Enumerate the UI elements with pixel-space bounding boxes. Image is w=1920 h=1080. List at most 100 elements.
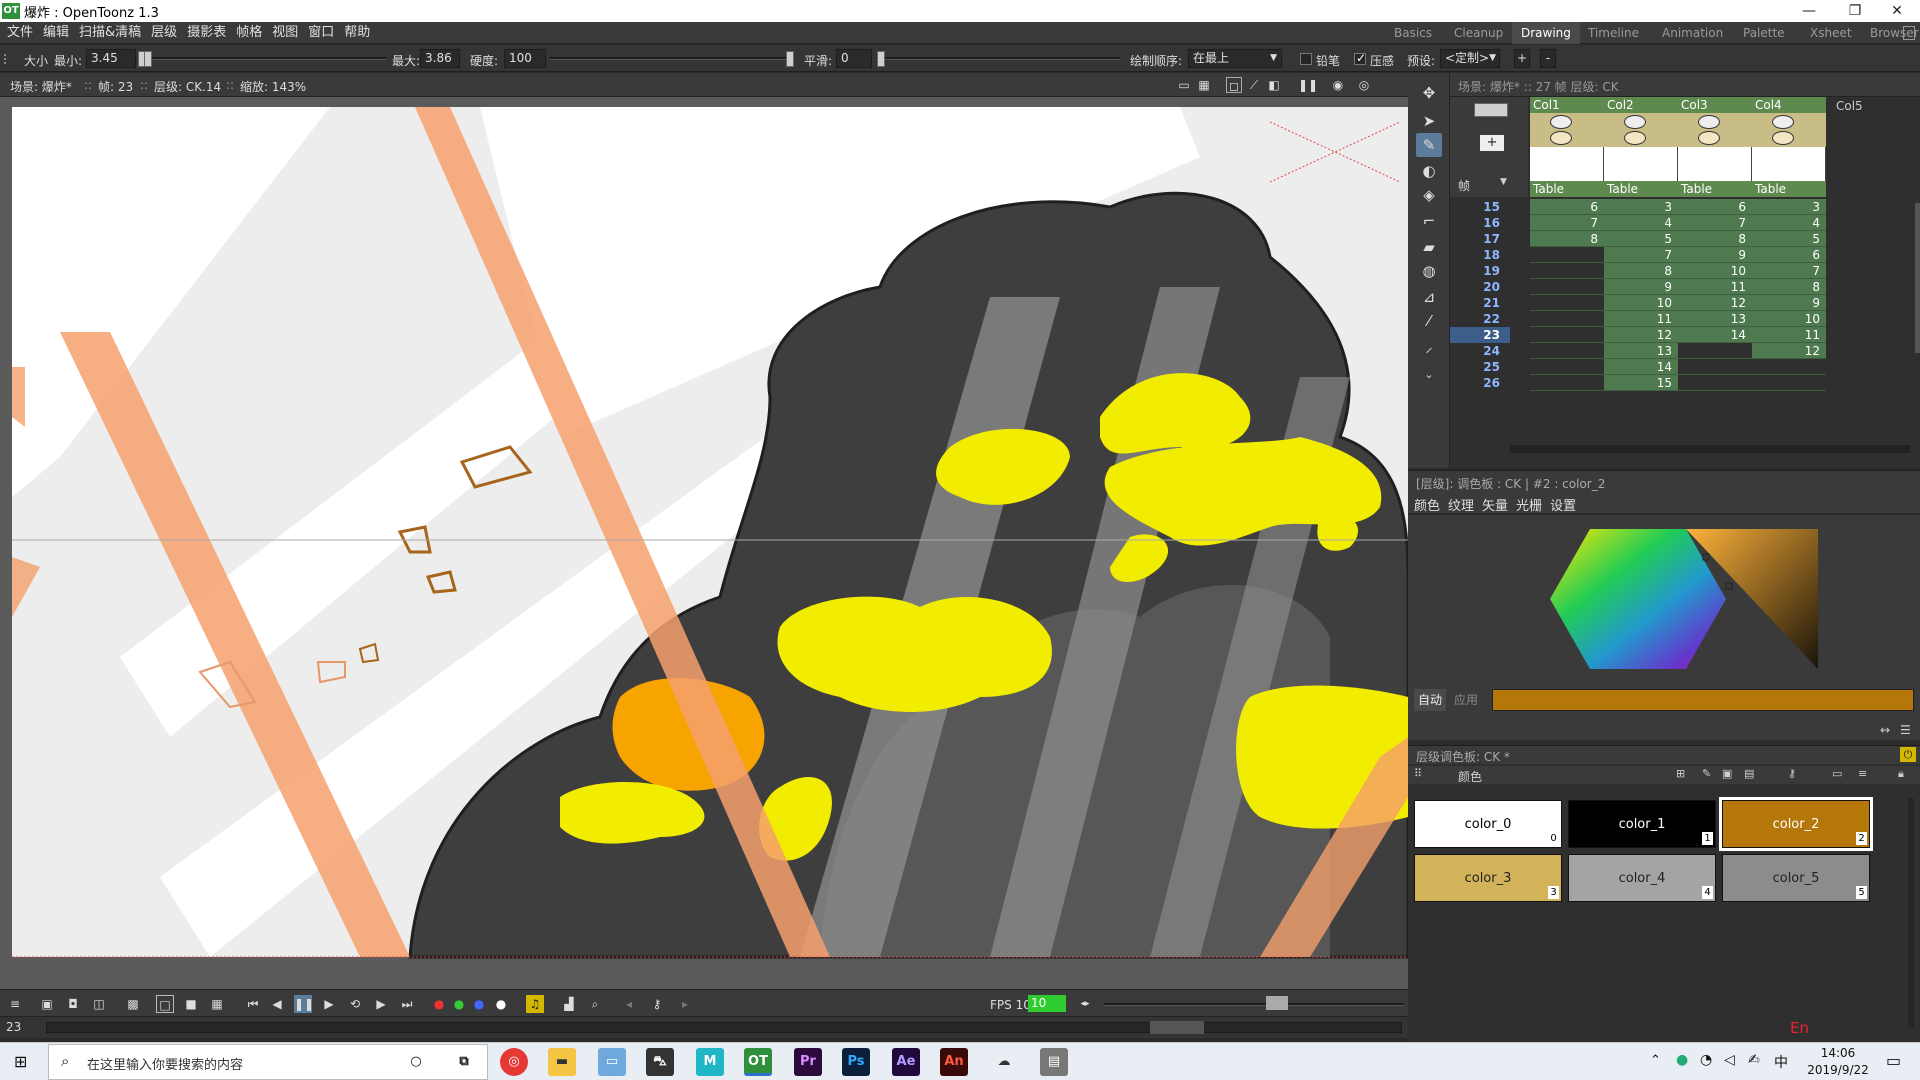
layout-toggle-icon[interactable] xyxy=(1474,103,1508,117)
xsheet-cell[interactable]: 7 xyxy=(1752,263,1826,279)
xsheet-cell[interactable]: 8 xyxy=(1678,231,1752,247)
xsheet-cell[interactable]: 12 xyxy=(1604,327,1678,343)
style-chip[interactable]: color_2 2 xyxy=(1719,797,1873,851)
store-icon[interactable]: ⛍ xyxy=(646,1048,674,1076)
xsheet-cell[interactable]: 15 xyxy=(1604,375,1678,391)
palette-options-icon[interactable]: ▤ xyxy=(1744,767,1754,780)
column-header[interactable]: Col3 Table xyxy=(1678,97,1752,197)
frame-number[interactable]: 23 xyxy=(1450,327,1510,343)
brush-tool-icon[interactable]: ✎ xyxy=(1416,133,1442,157)
notification-icon[interactable]: ▭ xyxy=(1886,1051,1901,1070)
bg-checker-icon[interactable]: ▩ xyxy=(124,995,142,1013)
clock-time[interactable]: 14:06 xyxy=(1810,1046,1866,1060)
xsheet-cell[interactable] xyxy=(1678,359,1752,375)
remote-desktop-icon[interactable]: ▭ xyxy=(598,1048,626,1076)
after-effects-icon[interactable]: Ae xyxy=(892,1048,920,1076)
xsheet-cell[interactable] xyxy=(1530,279,1604,295)
chevron-up-icon[interactable]: ⌃ xyxy=(1650,1053,1661,1068)
menu-item[interactable]: 扫描&清稿 xyxy=(74,22,146,44)
room-tab[interactable]: Animation xyxy=(1653,22,1732,44)
room-tab[interactable]: Cleanup xyxy=(1445,22,1512,44)
room-tab[interactable]: Drawing xyxy=(1512,22,1580,44)
subcamera-preview-icon[interactable]: ◎ xyxy=(1356,77,1372,93)
save-icon[interactable]: ▣ xyxy=(38,995,56,1013)
style-chip[interactable]: color_1 1 xyxy=(1568,800,1716,848)
menu-item[interactable]: 文件 xyxy=(2,22,38,44)
chevron-down-icon[interactable]: ▼ xyxy=(1500,177,1507,187)
min-size-field[interactable]: 3.45 xyxy=(86,49,136,68)
color-wheel[interactable] xyxy=(1518,519,1818,679)
xsheet-cell[interactable]: 13 xyxy=(1678,311,1752,327)
new-style-icon[interactable]: ✎ xyxy=(1702,767,1711,780)
frame-number[interactable]: 20 xyxy=(1450,279,1510,295)
camera-view-icon[interactable]: ◻ xyxy=(1226,77,1242,93)
chrome-icon[interactable]: ◎ xyxy=(500,1048,528,1076)
camstand-visible-toggle-icon[interactable] xyxy=(1772,131,1794,145)
xsheet-cell[interactable]: 7 xyxy=(1604,247,1678,263)
menu-item[interactable]: 帧格 xyxy=(231,22,267,44)
red-channel-icon[interactable]: ● xyxy=(430,995,448,1013)
xsheet-cell[interactable] xyxy=(1752,359,1826,375)
camstand-visible-toggle-icon[interactable] xyxy=(1624,131,1646,145)
loop-icon[interactable]: ⟲ xyxy=(346,995,364,1013)
blue-channel-icon[interactable]: ● xyxy=(470,995,488,1013)
selection-tool-icon[interactable]: ➤ xyxy=(1416,109,1442,133)
room-tab[interactable]: Palette xyxy=(1734,22,1794,44)
frame-slider-handle[interactable] xyxy=(1150,1021,1204,1034)
apply-button[interactable]: 应用 xyxy=(1450,689,1482,711)
xsheet-cell[interactable] xyxy=(1530,327,1604,343)
xsheet-scrollbar[interactable] xyxy=(1510,445,1910,453)
xsheet-cell[interactable]: 13 xyxy=(1604,343,1678,359)
ime-language-indicator[interactable]: En xyxy=(1790,1019,1809,1037)
frame-number[interactable]: 16 xyxy=(1450,215,1510,231)
camstand-visible-toggle-icon[interactable] xyxy=(1550,131,1572,145)
next-key-icon[interactable]: ▸ xyxy=(676,995,694,1013)
green-channel-icon[interactable]: ● xyxy=(450,995,468,1013)
alpha-channel-icon[interactable]: ● xyxy=(492,995,510,1013)
size-slider-max-handle[interactable] xyxy=(144,51,152,67)
frame-number[interactable]: 17 xyxy=(1450,231,1510,247)
app-icon[interactable]: ▤ xyxy=(1040,1048,1068,1076)
key-icon[interactable]: ⚷ xyxy=(1788,767,1796,780)
column-header[interactable]: Col1 Table xyxy=(1530,97,1604,197)
histogram-icon[interactable]: ▟ xyxy=(560,995,578,1013)
frame-number[interactable]: 25 xyxy=(1450,359,1510,375)
last-frame-icon[interactable]: ⏭ xyxy=(398,995,416,1013)
xsheet-cell[interactable]: 4 xyxy=(1752,215,1826,231)
xsheet-cell[interactable] xyxy=(1678,343,1752,359)
animate-tool-icon[interactable]: ✥ xyxy=(1416,81,1442,105)
sound-icon[interactable]: ♫ xyxy=(526,995,544,1013)
room-tab[interactable]: Timeline xyxy=(1579,22,1648,44)
grid-view-icon[interactable]: ⊞ xyxy=(1676,767,1685,780)
opentoonz-icon[interactable]: OT xyxy=(744,1048,772,1076)
smooth-field[interactable]: 0 xyxy=(836,49,872,68)
camstand-visible-toggle-icon[interactable] xyxy=(1698,131,1720,145)
style-picker-icon[interactable]: ⊿ xyxy=(1416,285,1442,309)
xsheet-cell[interactable]: 14 xyxy=(1604,359,1678,375)
xsheet-cell[interactable]: 5 xyxy=(1604,231,1678,247)
pause-icon[interactable]: ❚❚ xyxy=(294,995,314,1013)
menu-item[interactable]: 编辑 xyxy=(38,22,74,44)
minimize-button[interactable]: — xyxy=(1786,0,1832,22)
xsheet-cell[interactable]: 14 xyxy=(1678,327,1752,343)
xsheet-cell[interactable]: 10 xyxy=(1678,263,1752,279)
tape-tool-icon[interactable]: ◍ xyxy=(1416,259,1442,283)
xsheet-cell[interactable]: 11 xyxy=(1604,311,1678,327)
first-frame-icon[interactable]: ⏮ xyxy=(244,995,262,1013)
add-column-button[interactable]: + xyxy=(1480,135,1504,151)
preview-visible-toggle-icon[interactable] xyxy=(1698,115,1720,129)
freeze-icon[interactable]: ❚❚ xyxy=(1298,77,1318,93)
style-chip[interactable]: color_5 5 xyxy=(1722,854,1870,902)
checker-bg-icon[interactable]: ▦ xyxy=(208,995,226,1013)
save-palette-icon[interactable]: ▣ xyxy=(1722,767,1732,780)
cortana-icon[interactable]: ○ xyxy=(402,1048,430,1076)
3d-view-icon[interactable]: ◧ xyxy=(1266,77,1282,93)
fps-slider-handle[interactable] xyxy=(1266,996,1288,1010)
lock-icon[interactable] xyxy=(1903,26,1915,40)
preview-visible-toggle-icon[interactable] xyxy=(1550,115,1572,129)
add-preset-button[interactable]: + xyxy=(1514,49,1530,68)
style-editor-tab[interactable]: 颜色 xyxy=(1414,495,1440,514)
hue-hexagon[interactable] xyxy=(1550,529,1726,669)
maximize-button[interactable]: ❐ xyxy=(1832,0,1878,22)
collapse-icon[interactable]: ↔ xyxy=(1880,723,1890,737)
